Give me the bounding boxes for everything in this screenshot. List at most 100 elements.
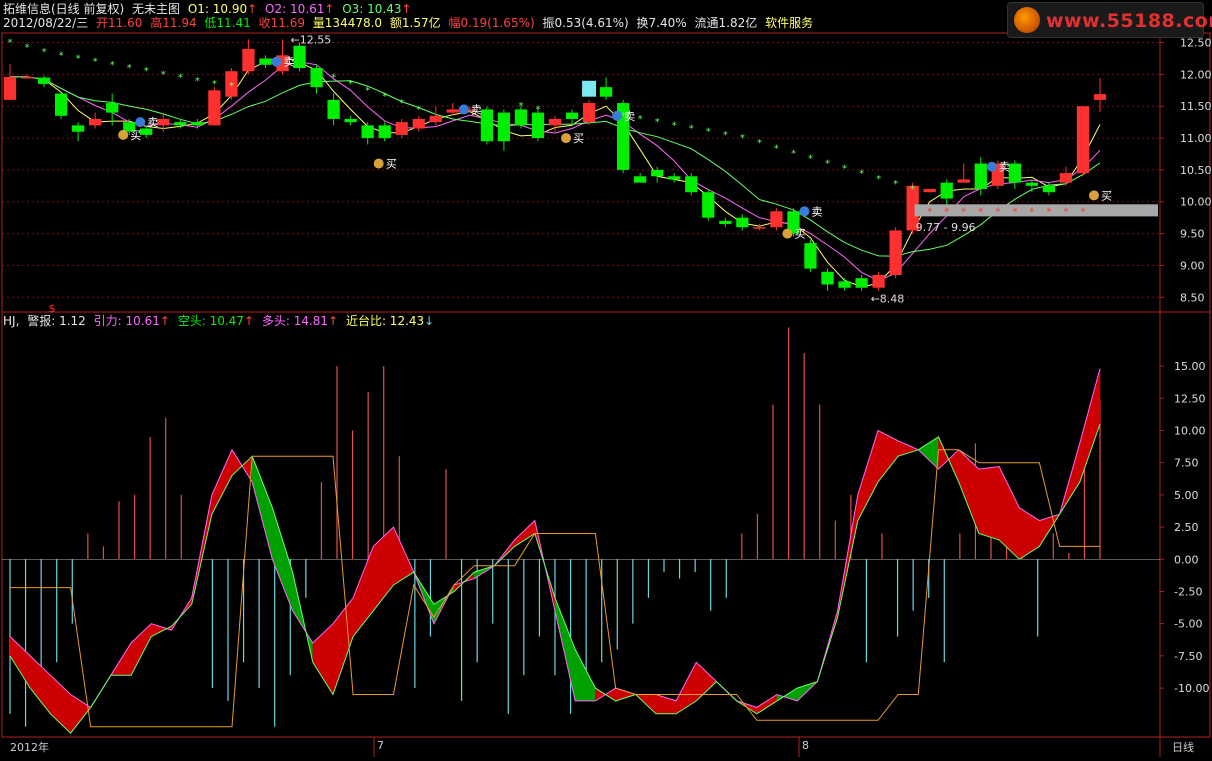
ribbon-segment — [251, 456, 273, 560]
stop-marker: * — [706, 127, 711, 138]
band-marker: * — [1063, 206, 1068, 217]
stop-marker: * — [127, 63, 132, 74]
indicator-tick-label: -2.50 — [1174, 585, 1202, 598]
time-label-year: 2012年 — [10, 741, 49, 754]
candle-body — [1093, 94, 1107, 100]
period-label[interactable]: 日线 — [1172, 739, 1194, 755]
sell-signal-label: 卖 — [811, 205, 822, 218]
band-marker: * — [1029, 206, 1034, 217]
sell-signal-label: 卖 — [471, 103, 482, 116]
candle-body — [565, 112, 579, 119]
stop-marker: * — [178, 73, 183, 84]
candle-body — [821, 271, 834, 285]
quote-close: 收11.69 — [258, 16, 305, 30]
band-marker: * — [1046, 206, 1051, 217]
candle-body — [668, 176, 681, 180]
candle-body — [736, 217, 749, 228]
stop-marker: * — [893, 179, 898, 190]
quote-sector[interactable]: 软件服务 — [765, 16, 813, 30]
stop-marker: * — [365, 85, 370, 96]
candle-body — [446, 109, 459, 113]
chart-canvas: 12.50 12.00 11.50 11.00 10.50 10.00 9.50 9.00 8.… — [1, 32, 1212, 757]
indicator-tick-label: 5.00 — [1174, 489, 1199, 502]
stop-marker: * — [161, 69, 166, 80]
candle-body — [89, 118, 102, 126]
buy-bag-icon — [118, 129, 129, 140]
candle-body — [497, 112, 511, 142]
ribbon-segment — [574, 649, 596, 702]
chart-frame — [1, 32, 1211, 738]
candle-body — [242, 48, 255, 72]
candle-body — [634, 176, 647, 183]
candle-body — [872, 274, 885, 288]
indicator-name[interactable]: HJ, — [3, 314, 19, 328]
candle-body — [548, 118, 562, 126]
candle-body — [1076, 106, 1090, 174]
price-tick-label: 10.00 — [1180, 196, 1212, 209]
indicator-tick-label: -10.00 — [1174, 682, 1209, 695]
stop-marker: * — [638, 114, 643, 125]
band-annotation: 9.77 - 9.96 — [916, 221, 976, 234]
price-tick-label: 12.00 — [1180, 68, 1212, 81]
candle-body — [395, 122, 408, 135]
buy-bag-icon — [782, 228, 793, 239]
stop-marker: * — [740, 133, 745, 144]
price-tick-label: 10.50 — [1180, 164, 1212, 177]
band-marker: * — [995, 206, 1000, 217]
stop-marker: * — [110, 60, 115, 71]
chart-stage: 12.50 12.00 11.50 11.00 10.50 10.00 9.50 9.00 8.… — [0, 0, 1212, 757]
candle-body — [838, 281, 851, 288]
price-tick-label: 9.50 — [1180, 228, 1205, 241]
indicator-header: HJ, 警报: 1.12 引力: 10.61↑ 空头: 10.47↑ 多头: 1… — [3, 314, 438, 328]
buy-signal-label: 买 — [573, 132, 584, 145]
quote-row: 2012/08/22/三 开11.60 高11.94 低11.41 收11.69… — [3, 16, 817, 30]
price-tick-label: 12.50 — [1180, 37, 1212, 50]
candle-body — [923, 189, 936, 193]
stop-marker: * — [808, 153, 813, 164]
highlight-marker — [582, 80, 597, 97]
stop-marker: * — [723, 130, 728, 141]
candle-body — [378, 125, 391, 139]
ribbon-segment — [312, 623, 334, 696]
stop-marker: * — [535, 104, 540, 115]
indicator-tick-label: -5.00 — [1174, 618, 1202, 631]
buy-signal-label: 买 — [130, 129, 141, 142]
ribbon-segment — [877, 430, 899, 483]
sell-runner-icon — [135, 117, 146, 128]
candle-body — [157, 118, 170, 126]
stop-marker: * — [76, 53, 81, 64]
short-up-arrow: ↑ — [243, 314, 255, 328]
stop-marker: * — [229, 81, 234, 92]
ribbon-segment — [514, 520, 536, 547]
buy-signal-label: 买 — [794, 228, 805, 241]
price-tick-label: 11.50 — [1180, 100, 1212, 113]
ratio-down-arrow: ↓ — [424, 314, 435, 328]
band-marker: * — [927, 206, 932, 217]
candle-body — [753, 227, 766, 229]
quote-float: 流通1.82亿 — [694, 16, 758, 30]
stock-title[interactable]: 拓维信息(日线 前复权) — [3, 2, 124, 16]
long-value: 多头: 14.81 — [261, 314, 329, 328]
main-chart-name[interactable]: 无未主图 — [132, 2, 180, 16]
candle-body — [855, 278, 868, 288]
buy-signal-label: 买 — [1101, 189, 1112, 202]
o1-up-arrow: ↑ — [247, 2, 258, 16]
stop-marker: * — [518, 101, 523, 112]
candle-body — [940, 182, 953, 199]
o3-up-arrow: ↑ — [401, 2, 412, 16]
site-logo[interactable]: www.55188.com — [1007, 2, 1212, 38]
candle-body — [582, 103, 596, 123]
quote-amplitude: 振0.53(4.61%) — [542, 16, 629, 30]
o2-up-arrow: ↑ — [324, 2, 335, 16]
indicator-tick-label: 15.00 — [1174, 360, 1206, 373]
quote-date: 2012/08/22/三 — [3, 16, 89, 30]
short-value: 空头: 10.47 — [177, 314, 244, 328]
buy-bag-icon — [373, 158, 384, 169]
ribbon-segment — [130, 623, 152, 676]
alert-value: 警报: 1.12 — [27, 314, 86, 328]
candle-body — [71, 125, 85, 132]
ribbon-segment — [756, 694, 778, 715]
o1-value: O1: 10.90 — [187, 2, 248, 16]
support-band — [914, 204, 1158, 217]
candle-body — [344, 118, 357, 123]
